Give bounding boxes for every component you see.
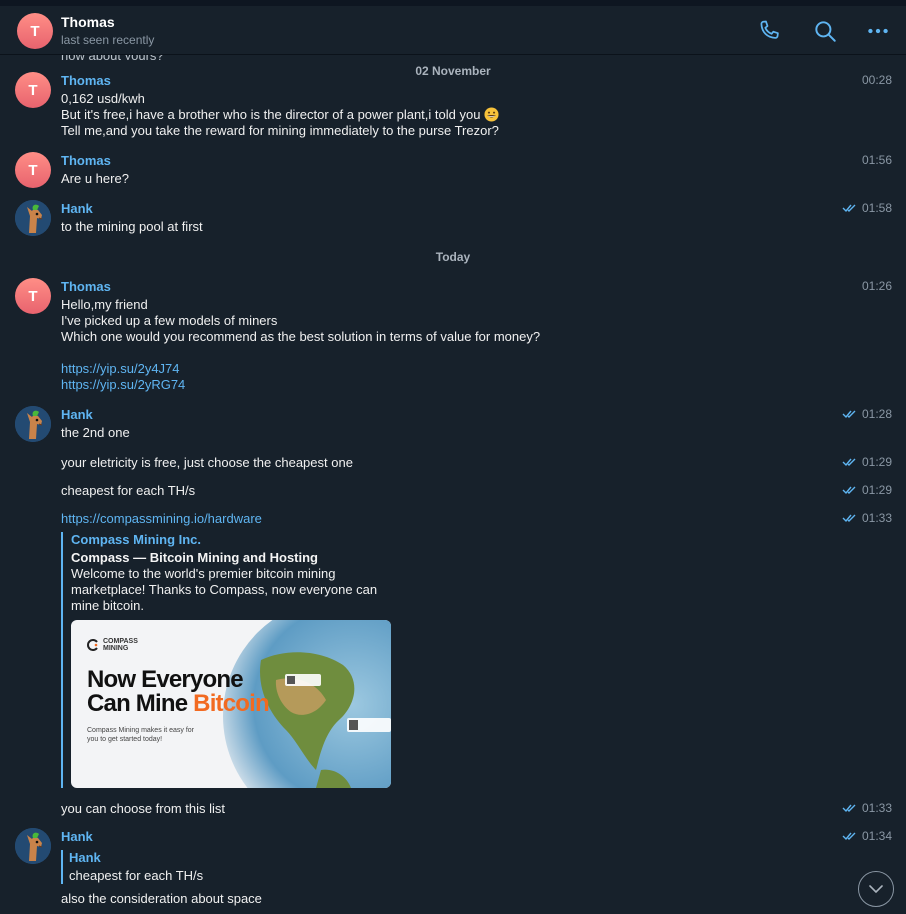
double-check-icon: [842, 804, 856, 813]
reply-author: Hank: [69, 850, 101, 865]
message-text: your eletricity is free, just choose the…: [61, 455, 353, 470]
double-check-icon: [842, 458, 856, 467]
link[interactable]: https://yip.su/2y4J74: [61, 361, 180, 376]
message-time: 01:29: [842, 455, 892, 469]
message-time: 01:33: [842, 801, 892, 815]
grinning-emoji-icon: [484, 107, 499, 122]
message-text: Tell me,and you take the reward for mini…: [61, 123, 499, 138]
message-author[interactable]: Thomas: [61, 279, 111, 294]
contact-name[interactable]: Thomas: [61, 14, 115, 30]
message-text: Are u here?: [61, 171, 129, 186]
double-check-icon: [842, 832, 856, 841]
message-time: 01:56: [861, 153, 892, 167]
message-time: 01:26: [861, 279, 892, 293]
link-preview-site[interactable]: Compass Mining Inc.: [71, 532, 201, 547]
message-author[interactable]: Thomas: [61, 153, 111, 168]
sender-avatar[interactable]: T: [15, 152, 51, 188]
link[interactable]: https://compassmining.io/hardware: [61, 511, 262, 526]
scroll-to-bottom-button[interactable]: [858, 871, 894, 907]
message-link[interactable]: https://compassmining.io/hardware: [61, 511, 262, 527]
message-time: 01:29: [842, 483, 892, 497]
message-time: 00:28: [861, 73, 892, 87]
message-text: 0,162 usd/kwh: [61, 91, 145, 106]
double-check-icon: [842, 514, 856, 523]
link-preview-image[interactable]: COMPASS MINING Now Everyone Can Mine Bit…: [71, 620, 391, 788]
sender-avatar[interactable]: [15, 828, 51, 864]
message-text: But it's free,i have a brother who is th…: [61, 107, 499, 123]
chevron-down-icon: [869, 885, 883, 893]
sender-avatar[interactable]: T: [15, 278, 51, 314]
message-author[interactable]: Hank: [61, 201, 93, 216]
message-author[interactable]: Hank: [61, 829, 93, 844]
compass-logo-icon: [87, 639, 98, 651]
message-time: 01:33: [842, 511, 892, 525]
compass-mining-logo: COMPASS MINING: [87, 638, 138, 652]
search-icon[interactable]: [812, 18, 838, 44]
link-preview-title: Compass — Bitcoin Mining and Hosting: [71, 550, 318, 565]
compass-logo-text: COMPASS MINING: [103, 638, 138, 652]
message-text: to the mining pool at first: [61, 219, 203, 234]
link[interactable]: https://yip.su/2yRG74: [61, 377, 185, 392]
reply-text: cheapest for each TH/s: [69, 868, 204, 883]
chat-header: T Thomas last seen recently: [0, 6, 906, 55]
message-text: Hello,my friend: [61, 297, 148, 312]
double-check-icon: [842, 204, 856, 213]
sender-avatar[interactable]: T: [15, 72, 51, 108]
message-link[interactable]: https://yip.su/2yRG74: [61, 377, 185, 393]
message-author[interactable]: Hank: [61, 407, 93, 422]
reply-quote[interactable]: Hank cheapest for each TH/s: [61, 850, 267, 884]
horse-avatar-icon: [15, 406, 51, 442]
message-link[interactable]: https://yip.su/2y4J74: [61, 361, 180, 377]
double-check-icon: [842, 410, 856, 419]
link-preview[interactable]: Compass Mining Inc. Compass — Bitcoin Mi…: [61, 532, 409, 788]
more-icon[interactable]: [865, 18, 891, 44]
date-separator: Today: [435, 250, 471, 264]
double-check-icon: [842, 486, 856, 495]
message-time: 01:58: [842, 201, 892, 215]
message-time: 01:34: [842, 829, 892, 843]
horse-avatar-icon: [15, 200, 51, 236]
message-time: 01:28: [842, 407, 892, 421]
horse-avatar-icon: [15, 828, 51, 864]
sender-avatar[interactable]: [15, 406, 51, 442]
date-separator: 02 November: [415, 64, 491, 78]
preview-subtext: Compass Mining makes it easy for you to …: [87, 727, 194, 743]
preview-headline: Can Mine Bitcoin: [87, 690, 270, 717]
sender-avatar[interactable]: [15, 200, 51, 236]
message-text: I've picked up a few models of miners: [61, 313, 278, 328]
message-text: cheapest for each TH/s: [61, 483, 196, 498]
contact-avatar[interactable]: T: [17, 13, 53, 49]
message-text: also the consideration about space: [61, 891, 262, 906]
contact-status: last seen recently: [61, 33, 155, 47]
message-text: Which one would you recommend as the bes…: [61, 329, 541, 344]
message-author[interactable]: Thomas: [61, 73, 111, 88]
message-text: you can choose from this list: [61, 801, 226, 816]
message-text: the 2nd one: [61, 425, 130, 440]
phone-icon[interactable]: [756, 18, 782, 44]
link-preview-description: Welcome to the world's premier bitcoin m…: [71, 566, 378, 613]
